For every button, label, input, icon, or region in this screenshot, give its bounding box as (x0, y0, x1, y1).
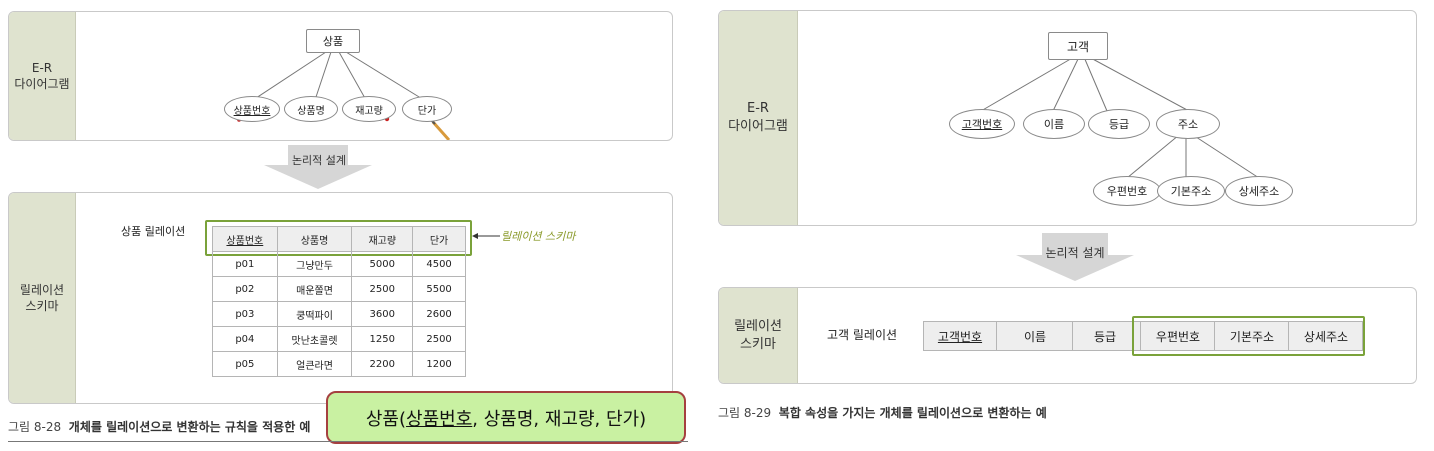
col-header: 재고량 (351, 226, 414, 252)
note-prefix: 상품( (365, 408, 407, 430)
pencil-icon (430, 119, 451, 140)
cell: p01 (212, 251, 278, 277)
cell: p05 (212, 351, 278, 377)
cell: 5500 (412, 276, 466, 302)
schema-label-line1: 릴레이션 (734, 318, 782, 334)
table-row: p03 쿵떡파이 3600 2600 (212, 301, 466, 327)
attr-product-name: 상품명 (284, 96, 338, 122)
schema-label-line2: 스키마 (740, 336, 776, 352)
entity-product: 상품 (306, 29, 360, 53)
attr-base-address: 기본주소 (1157, 176, 1225, 206)
attr-postal-code: 우편번호 (1093, 176, 1161, 206)
caption-number: 그림 8-28 (8, 420, 62, 434)
note-rest: , 상품명, 재고량, 단가) (472, 408, 647, 430)
caption-text: 복합 속성을 가지는 개체를 릴레이션으로 변환하는 예 (778, 406, 1047, 420)
cell: 2200 (351, 351, 414, 377)
relation-schema-note: 상품(상품번호, 상품명, 재고량, 단가) (326, 391, 686, 444)
cell: 2600 (412, 301, 466, 327)
attr-address: 주소 (1156, 109, 1220, 139)
table-row: p01 그냥만두 5000 4500 (212, 251, 466, 277)
cell: 2500 (351, 276, 414, 302)
cell: 쿵떡파이 (276, 301, 353, 327)
col-grade: 등급 (1072, 322, 1137, 350)
note-key: 상품번호 (406, 408, 473, 430)
col-header: 상품번호 (212, 226, 278, 252)
cell: 2500 (412, 326, 466, 352)
right-schema-label: 릴레이션스키마 (719, 288, 798, 383)
composite-highlight-box (1132, 316, 1365, 356)
left-er-panel: E-R 다이어그램 상품 상품번호 상품명 재고량 단가 (8, 11, 673, 141)
caption-text: 개체를 릴레이션으로 변환하는 규칙을 적용한 예 (68, 420, 311, 434)
col-header: 단가 (412, 226, 466, 252)
cell: p02 (212, 276, 278, 302)
attr-product-id: 상품번호 (224, 96, 280, 122)
attr-grade: 등급 (1088, 109, 1150, 139)
schema-label-line1: 릴레이션 (19, 283, 65, 297)
table-row: p04 맛난초콜렛 1250 2500 (212, 326, 466, 352)
right-design-label: 논리적 설계 (1045, 246, 1105, 260)
cell: 4500 (412, 251, 466, 277)
right-er-panel: E-R 다이어그램 고객 고객번호 이름 등급 주소 우편번호 기본주소 상세주소 (718, 10, 1417, 226)
attr-detail-address: 상세주소 (1225, 176, 1293, 206)
schema-label-line2: 스키마 (25, 299, 59, 313)
cell: 5000 (351, 251, 414, 277)
cell: 그냥만두 (276, 251, 353, 277)
cell: p03 (212, 301, 278, 327)
attr-customer-id: 고객번호 (949, 109, 1015, 139)
left-schema-label: 릴레이션스키마 (9, 193, 76, 403)
product-relation-table: 상품번호 상품명 재고량 단가 p01 그냥만두 5000 4500 p02 매운쫄면 2… (212, 226, 466, 377)
cell: p04 (212, 326, 278, 352)
relation-name-customer: 고객 릴레이션 (827, 328, 898, 342)
col-customer-id: 고객번호 (937, 329, 983, 344)
cell: 3600 (351, 301, 414, 327)
col-name: 이름 (996, 322, 1073, 350)
attr-price: 단가 (402, 96, 452, 122)
attr-customer-name: 이름 (1023, 109, 1085, 139)
cell: 1250 (351, 326, 414, 352)
entity-customer: 고객 (1048, 32, 1108, 60)
table-row: p05 얼큰라면 2200 1200 (212, 351, 466, 377)
schema-note: 릴레이션 스키마 (501, 230, 576, 243)
cell: 얼큰라면 (276, 351, 353, 377)
left-schema-panel: 릴레이션 스키마 상품 릴레이션 상품번호 상품명 재고량 단가 p01 그냥만두 5… (8, 192, 673, 404)
left-caption: 그림 8-28 개체를 릴레이션으로 변환하는 규칙을 적용한 예 (8, 418, 310, 435)
attr-stock: 재고량 (342, 96, 396, 122)
relation-name-product: 상품 릴레이션 (121, 225, 186, 238)
schema-pointer-arrow (472, 233, 500, 239)
right-schema-panel: 릴레이션 스키마 고객 릴레이션 고객번호 이름 등급 우편번호 기본주소 상세주… (718, 287, 1417, 384)
table-header-row: 상품번호 상품명 재고량 단가 (212, 226, 466, 252)
caption-underline (8, 441, 688, 442)
table-row: p02 매운쫄면 2500 5500 (212, 276, 466, 302)
caption-number: 그림 8-29 (718, 406, 772, 420)
right-caption: 그림 8-29 복합 속성을 가지는 개체를 릴레이션으로 변환하는 예 (718, 404, 1047, 421)
cell: 매운쫄면 (276, 276, 353, 302)
cell: 1200 (412, 351, 466, 377)
cell: 맛난초콜렛 (276, 326, 353, 352)
left-design-label-text: 논리적 설계 (291, 154, 347, 167)
col-header: 상품명 (276, 226, 353, 252)
